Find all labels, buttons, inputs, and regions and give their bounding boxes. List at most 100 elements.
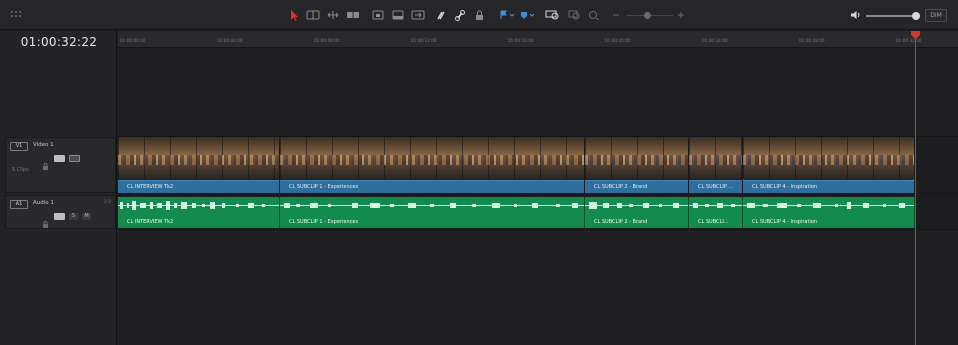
track-header-a1[interactable]: A1 Audio 1 2.0 S M xyxy=(5,195,116,229)
track-header-v1[interactable]: V1 Video 1 5 Clips xyxy=(5,137,116,193)
dim-button[interactable]: DIM xyxy=(925,9,947,22)
clip-thumbnails xyxy=(118,137,279,179)
clip-name: CL SUBCLIP 1 - Experiences xyxy=(289,219,359,225)
clip-label-bar: CL SUBCLI... xyxy=(689,217,742,228)
link-icon xyxy=(120,220,125,226)
zoom-detail-icon[interactable] xyxy=(567,8,581,22)
timeline-window: DIM 01:00:32:22 01:00:00:00 01:00:04:00 … xyxy=(0,0,958,345)
clip-name: CL SUBCLIP ... xyxy=(698,184,734,190)
audio-clip[interactable]: CL SUBCLI... xyxy=(689,197,743,228)
audio-waveform xyxy=(280,203,584,208)
audio-waveform xyxy=(689,203,742,208)
insert-clip-icon[interactable] xyxy=(371,8,385,22)
solo-button[interactable]: S xyxy=(69,213,78,220)
replace-clip-icon[interactable] xyxy=(411,8,425,22)
clip-name: CL SUBCLIP 4 - Inspiration xyxy=(752,184,818,190)
clip-name: CL SUBCLI... xyxy=(698,219,729,225)
video-clip[interactable]: CL SUBCLIP 2 - Brand xyxy=(585,137,689,193)
ruler-tick-label: 01:00:16:00 xyxy=(508,38,534,43)
auto-select-icon[interactable] xyxy=(54,213,65,220)
video-clip-selected[interactable]: CL SUBCLIP 4 - Inspiration xyxy=(743,137,915,193)
link-icon xyxy=(745,220,750,226)
audio-clip[interactable]: CL SUBCLIP 2 - Brand xyxy=(585,197,689,228)
track-enable-icon[interactable] xyxy=(69,155,80,162)
select-tool-icon[interactable] xyxy=(289,8,299,22)
lock-track-icon[interactable] xyxy=(42,155,49,170)
video-clip[interactable]: CL INTERVIEW Tk2 xyxy=(118,137,280,193)
ruler-tick-label: 01:00:12:00 xyxy=(411,38,437,43)
track-name[interactable]: Audio 1 xyxy=(33,200,54,206)
clip-name: CL SUBCLIP 1 - Experiences xyxy=(289,184,359,190)
auto-select-icon[interactable] xyxy=(54,155,65,162)
mute-button[interactable]: M xyxy=(82,213,91,220)
audio-waveform xyxy=(743,202,914,209)
ruler-tick-label: 01:00:04:00 xyxy=(217,38,243,43)
clip-label-bar: CL INTERVIEW Tk2 xyxy=(118,217,279,228)
audio-clip[interactable]: CL SUBCLIP 1 - Experiences xyxy=(280,197,585,228)
audio-waveform xyxy=(118,201,279,210)
clip-name: CL SUBCLIP 4 - Inspiration xyxy=(752,219,818,225)
clip-thumbnails xyxy=(585,137,688,179)
zoom-in-icon[interactable] xyxy=(676,8,686,22)
clip-thumbnails xyxy=(689,137,742,179)
ruler-tick-label: 01:00:28:00 xyxy=(799,38,825,43)
track-id-badge[interactable]: A1 xyxy=(10,200,28,209)
clip-name: CL INTERVIEW Tk2 xyxy=(127,219,174,225)
playhead-line[interactable] xyxy=(915,31,916,345)
video-clip[interactable]: CL SUBCLIP 1 - Experiences xyxy=(280,137,585,193)
link-icon xyxy=(120,184,126,193)
dynamic-trim-icon[interactable] xyxy=(326,8,340,22)
zoom-full-icon[interactable] xyxy=(545,8,559,22)
link-icon xyxy=(282,220,287,226)
zoom-custom-icon[interactable] xyxy=(587,8,601,22)
audio-clip[interactable]: CL INTERVIEW Tk2 xyxy=(118,197,280,228)
ruler-tick-label: 01:00:24:00 xyxy=(702,38,728,43)
track-id-badge[interactable]: V1 xyxy=(10,142,28,151)
zoom-out-icon[interactable] xyxy=(611,8,621,22)
blade-tool-icon[interactable] xyxy=(346,8,360,22)
timeline-ruler[interactable] xyxy=(118,31,958,48)
video-clip[interactable]: CL SUBCLIP ... xyxy=(689,137,743,193)
lock-track-icon[interactable] xyxy=(42,213,49,228)
zoom-slider-handle[interactable] xyxy=(644,12,652,19)
link-icon xyxy=(282,184,288,193)
overwrite-clip-icon[interactable] xyxy=(391,8,405,22)
link-icon xyxy=(691,184,697,193)
clip-thumbnails xyxy=(280,137,584,179)
channel-format: 2.0 xyxy=(103,200,111,205)
clip-label-bar: CL INTERVIEW Tk2 xyxy=(118,180,279,193)
clip-name: CL SUBCLIP 2 - Brand xyxy=(594,184,648,190)
track-name[interactable]: Video 1 xyxy=(33,142,54,148)
clip-count: 5 Clips xyxy=(12,167,29,173)
marker-icon[interactable] xyxy=(519,8,535,22)
clip-label-bar: CL SUBCLIP 2 - Brand xyxy=(585,217,688,228)
ruler-tick-label: 01:00:08:00 xyxy=(314,38,340,43)
clip-label-bar: CL SUBCLIP 2 - Brand xyxy=(585,180,688,193)
link-icon xyxy=(587,184,593,193)
clip-name: CL SUBCLIP 2 - Brand xyxy=(594,219,648,225)
timeline-toolbar: DIM xyxy=(0,0,958,30)
snapping-icon[interactable] xyxy=(436,8,446,22)
playhead-handle[interactable] xyxy=(911,31,920,39)
flag-icon[interactable] xyxy=(499,8,515,22)
audio-clip-selected[interactable]: CL SUBCLIP 4 - Inspiration xyxy=(743,197,915,228)
clip-thumbnails xyxy=(743,137,914,179)
clip-label-bar: CL SUBCLIP ... xyxy=(689,180,742,193)
clip-label-bar: CL SUBCLIP 1 - Experiences xyxy=(280,217,584,228)
link-icon xyxy=(587,220,592,226)
link-icon xyxy=(745,184,751,193)
clip-label-bar: CL SUBCLIP 1 - Experiences xyxy=(280,180,584,193)
link-icon xyxy=(691,220,696,226)
timecode-display[interactable]: 01:00:32:22 xyxy=(10,35,108,49)
clip-label-bar: CL SUBCLIP 4 - Inspiration xyxy=(743,180,914,193)
ruler-tick-label: 01:00:20:00 xyxy=(605,38,631,43)
clip-label-bar: CL SUBCLIP 4 - Inspiration xyxy=(743,217,914,228)
audio-waveform xyxy=(585,202,688,209)
position-lock-icon[interactable] xyxy=(474,8,484,22)
linked-selection-icon[interactable] xyxy=(455,8,465,22)
volume-slider-handle[interactable] xyxy=(911,12,920,20)
trim-tool-icon[interactable] xyxy=(306,8,320,22)
speaker-icon[interactable] xyxy=(850,8,862,22)
grip-icon[interactable] xyxy=(10,8,22,22)
ruler-tick-label: 01:00:00:00 xyxy=(120,38,146,43)
